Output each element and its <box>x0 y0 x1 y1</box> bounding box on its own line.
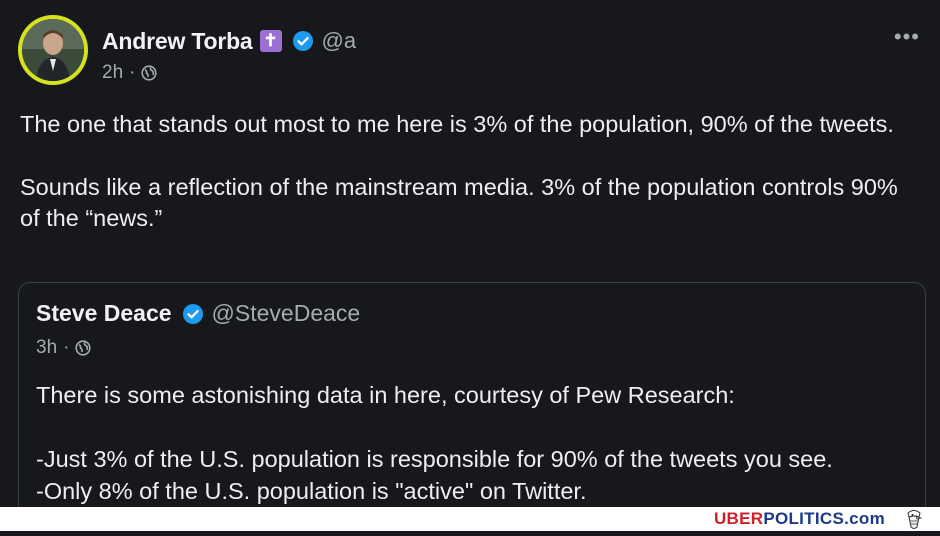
watermark-part-domain: .com <box>844 509 885 528</box>
quote-line: -Only 8% of the U.S. population is "acti… <box>36 478 587 504</box>
cross-icon: ✝ <box>259 30 282 52</box>
author-avatar[interactable] <box>18 15 88 85</box>
watermark-bar: UBERPOLITICS.com <box>0 507 940 531</box>
quote-line: -Just 3% of the U.S. population is respo… <box>36 446 833 472</box>
quote-meta: 3h · <box>36 337 92 359</box>
author-name[interactable]: Andrew Torba <box>102 28 253 55</box>
more-options-icon[interactable]: ••• <box>894 24 920 50</box>
globe-icon <box>141 65 158 81</box>
verified-badge-icon <box>182 303 204 325</box>
author-row: Andrew Torba ✝ @a <box>102 26 356 56</box>
quote-time[interactable]: 3h <box>36 337 57 359</box>
quote-author-row: Steve Deace @SteveDeace <box>36 300 360 327</box>
watermark-text: UBERPOLITICS.com <box>714 509 885 529</box>
post-body: The one that stands out most to me here … <box>20 109 920 234</box>
avatar-image <box>22 19 84 81</box>
post-paragraph: Sounds like a reflection of the mainstre… <box>20 174 898 231</box>
quoted-post[interactable]: Steve Deace @SteveDeace 3h · There is so… <box>18 282 926 522</box>
globe-icon <box>75 340 92 356</box>
post-time[interactable]: 2h <box>102 62 123 84</box>
quote-body: There is some astonishing data in here, … <box>36 379 906 507</box>
quote-author-name[interactable]: Steve Deace <box>36 300 172 327</box>
verified-badge-icon <box>292 30 314 52</box>
post-meta: 2h · <box>102 62 158 84</box>
post-paragraph: The one that stands out most to me here … <box>20 111 894 137</box>
meta-separator: · <box>129 62 136 83</box>
quote-author-handle[interactable]: @SteveDeace <box>212 300 361 327</box>
meta-separator: · <box>63 337 70 358</box>
watermark-part-uber: UBER <box>713 509 764 528</box>
author-handle[interactable]: @a <box>322 28 357 54</box>
watermark-part-politics: POLITICS <box>763 509 845 528</box>
post-card: Andrew Torba ✝ @a 2h · ••• The one that … <box>0 0 940 522</box>
quote-line: There is some astonishing data in here, … <box>36 382 735 408</box>
eagle-icon <box>902 507 926 531</box>
